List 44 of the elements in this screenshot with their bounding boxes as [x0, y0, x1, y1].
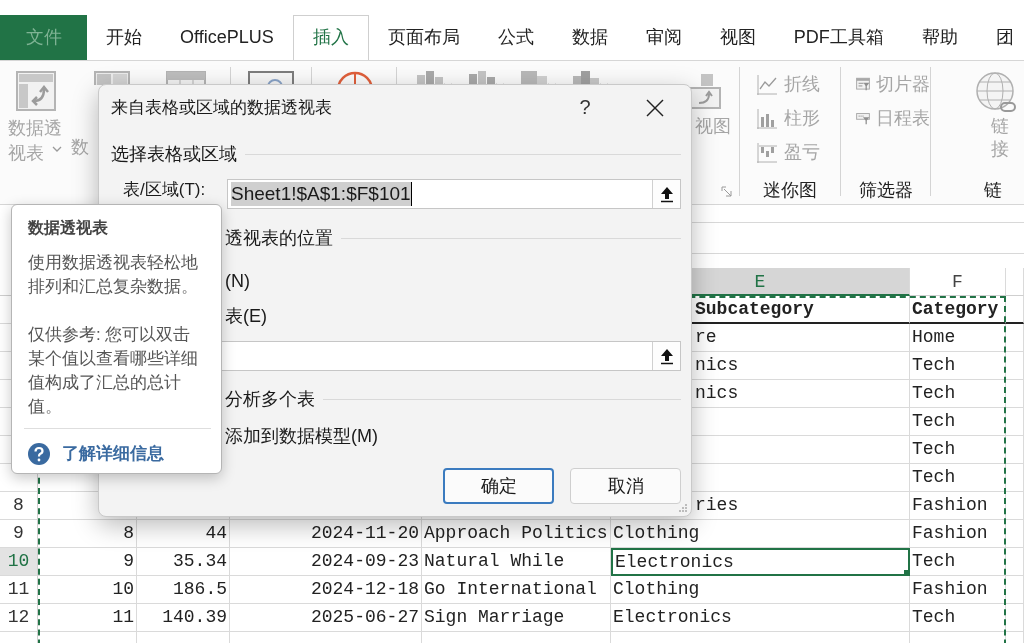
table-cell: Category [910, 296, 1006, 324]
section-heading: 选择表格或区域 [111, 143, 237, 166]
table-cell: Tech [910, 380, 1006, 408]
table-cell: Clothing [611, 576, 910, 604]
tooltip-text: 使用数据透视表轻松地排列和汇总复杂数据。 [28, 252, 199, 298]
table-cell: Electronics [611, 604, 910, 632]
field-value: Sheet1!$A$1:$F$101 [231, 182, 412, 206]
table-cell: Sign Marriage [422, 604, 611, 632]
table-cell: Tech [910, 408, 1006, 436]
table-cell: Natural While [422, 548, 611, 576]
section-heading: 透视表的位置 [225, 227, 333, 250]
table-cell: 2024-11-20 [230, 520, 422, 548]
table-cell: Electronics [611, 548, 910, 576]
table-cell: 35.34 [137, 548, 230, 576]
table-cell: Tech [910, 464, 1006, 492]
table-cell: 2024-09-23 [230, 548, 422, 576]
table-cell: Approach Politics [422, 520, 611, 548]
table-cell: Fashion [910, 520, 1006, 548]
table-cell: 44 [137, 520, 230, 548]
table-cell: 11 [38, 604, 137, 632]
group-label: 迷你图 [762, 179, 818, 202]
table-cell: Tech [910, 352, 1006, 380]
table-cell: 9 [38, 548, 137, 576]
table-cell: Fashion [910, 492, 1006, 520]
table-cell: Home [910, 324, 1006, 352]
table-cell: Tech [910, 604, 1006, 632]
tooltip-title: 数据透视表 [28, 219, 109, 237]
table-cell: 186.5 [137, 576, 230, 604]
table-cell: 8 [38, 520, 137, 548]
section-heading: 分析多个表 [225, 388, 315, 411]
tooltip-text: 仅供参考: 您可以双击某个值以查看哪些详细值构成了汇总的总计值。 [28, 324, 199, 418]
group-label: 筛选器 [857, 179, 914, 202]
table-cell: 2025-06-27 [230, 604, 422, 632]
table-cell: Go International [422, 576, 611, 604]
table-cell: Clothing [611, 520, 910, 548]
table-cell: 140.39 [137, 604, 230, 632]
dialog-title: 来自表格或区域的数据透视表 [111, 97, 333, 119]
table-cell: Tech [910, 436, 1006, 464]
table-cell: Tech [910, 548, 1006, 576]
group-label: 链 [983, 179, 1003, 202]
table-cell: Fashion [910, 576, 1006, 604]
table-cell: 2024-12-18 [230, 576, 422, 604]
field-label: 表/区域(T): [122, 180, 207, 200]
table-cell: 10 [38, 576, 137, 604]
